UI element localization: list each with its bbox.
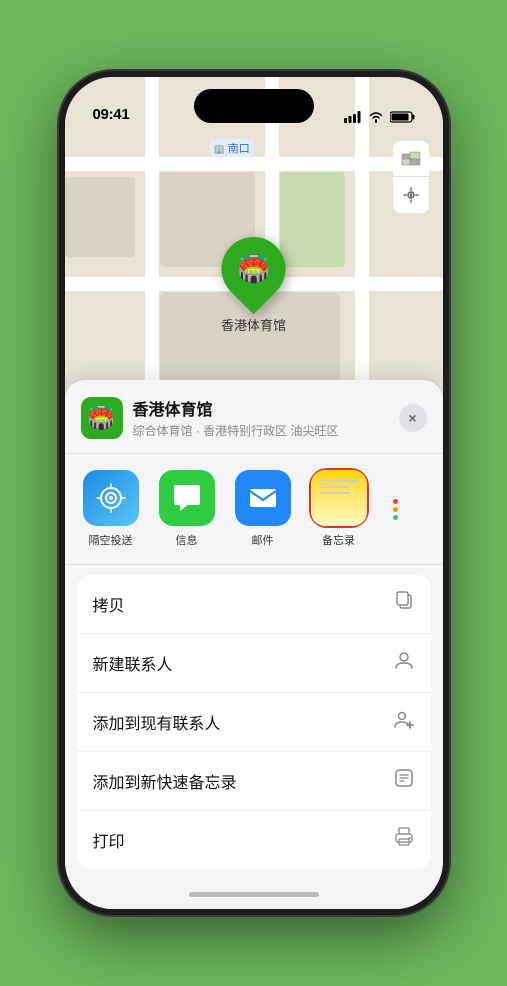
messages-symbol — [170, 481, 204, 515]
phone-screen: 09:41 — [65, 77, 443, 909]
notes-line-3 — [320, 492, 350, 494]
map-type-icon — [401, 149, 421, 169]
home-bar — [189, 892, 319, 897]
location-subtitle: 综合体育馆 · 香港特别行政区 油尖旺区 — [133, 422, 399, 439]
dynamic-island — [194, 89, 314, 123]
action-add-existing[interactable]: 添加到现有联系人 — [77, 693, 431, 752]
home-indicator — [65, 879, 443, 909]
location-info: 香港体育馆 综合体育馆 · 香港特别行政区 油尖旺区 — [133, 396, 399, 439]
battery-icon — [390, 111, 415, 123]
action-copy[interactable]: 拷贝 — [77, 575, 431, 634]
dot-orange — [393, 507, 398, 512]
share-app-mail[interactable]: 邮件 — [229, 470, 297, 548]
map-type-button[interactable] — [393, 141, 429, 177]
dot-red — [393, 499, 398, 504]
more-dots-icon — [393, 499, 398, 520]
location-venue-icon: 🏟️ — [81, 397, 123, 439]
wifi-icon — [368, 111, 384, 123]
action-copy-label: 拷贝 — [93, 592, 125, 616]
messages-label: 信息 — [176, 532, 198, 548]
map-controls[interactable] — [393, 141, 429, 213]
action-list: 拷贝 新建联系人 — [77, 575, 431, 869]
person-icon — [393, 649, 415, 677]
map-label-text: 南口 — [228, 143, 250, 155]
map-label: 🏢 南口 — [210, 139, 254, 157]
mail-label: 邮件 — [252, 532, 274, 548]
pin-label: 香港体育馆 — [221, 315, 286, 334]
action-new-contact[interactable]: 新建联系人 — [77, 634, 431, 693]
map-block-left — [65, 177, 135, 257]
notes-line-1 — [320, 480, 358, 482]
map-label-icon: 🏢 — [214, 144, 225, 154]
action-add-existing-label: 添加到现有联系人 — [93, 710, 221, 734]
person-add-icon — [393, 708, 415, 736]
pin-icon: 🏟️ — [237, 254, 269, 285]
pin-marker: 🏟️ — [208, 224, 299, 315]
dot-green — [393, 515, 398, 520]
notes-label: 备忘录 — [322, 532, 355, 548]
location-name: 香港体育馆 — [133, 396, 399, 420]
airdrop-icon — [83, 470, 139, 526]
share-app-airdrop[interactable]: 隔空投送 — [77, 470, 145, 548]
share-apps-row: 隔空投送 信息 — [65, 454, 443, 565]
airdrop-label: 隔空投送 — [89, 532, 133, 548]
mail-icon — [235, 470, 291, 526]
close-button[interactable]: × — [399, 404, 427, 432]
status-time: 09:41 — [93, 106, 130, 123]
share-app-notes[interactable]: 备忘录 — [305, 470, 373, 548]
notes-line-2 — [320, 486, 350, 488]
location-button[interactable] — [393, 177, 429, 213]
action-quick-note-label: 添加到新快速备忘录 — [93, 769, 237, 793]
signal-icon — [344, 111, 362, 123]
action-new-contact-label: 新建联系人 — [93, 651, 173, 675]
action-print-label: 打印 — [93, 828, 125, 852]
action-print[interactable]: 打印 — [77, 811, 431, 869]
share-more-button[interactable] — [381, 470, 411, 548]
compass-icon — [402, 186, 420, 204]
action-quick-note[interactable]: 添加到新快速备忘录 — [77, 752, 431, 811]
phone-frame: 09:41 — [59, 71, 449, 915]
print-icon — [393, 826, 415, 854]
note-icon — [393, 767, 415, 795]
share-app-messages[interactable]: 信息 — [153, 470, 221, 548]
location-header: 🏟️ 香港体育馆 综合体育馆 · 香港特别行政区 油尖旺区 × — [65, 396, 443, 454]
notes-lines-container — [320, 480, 358, 494]
bottom-sheet: 🏟️ 香港体育馆 综合体育馆 · 香港特别行政区 油尖旺区 × — [65, 380, 443, 909]
notes-icon — [311, 470, 367, 526]
messages-icon — [159, 470, 215, 526]
mail-symbol — [246, 481, 280, 515]
map-road-h1 — [65, 157, 443, 171]
map-block-2 — [280, 172, 345, 267]
status-icons — [344, 111, 415, 123]
copy-icon — [393, 590, 415, 618]
airdrop-symbol — [95, 482, 127, 514]
location-pin: 🏟️ 香港体育馆 — [221, 237, 286, 334]
